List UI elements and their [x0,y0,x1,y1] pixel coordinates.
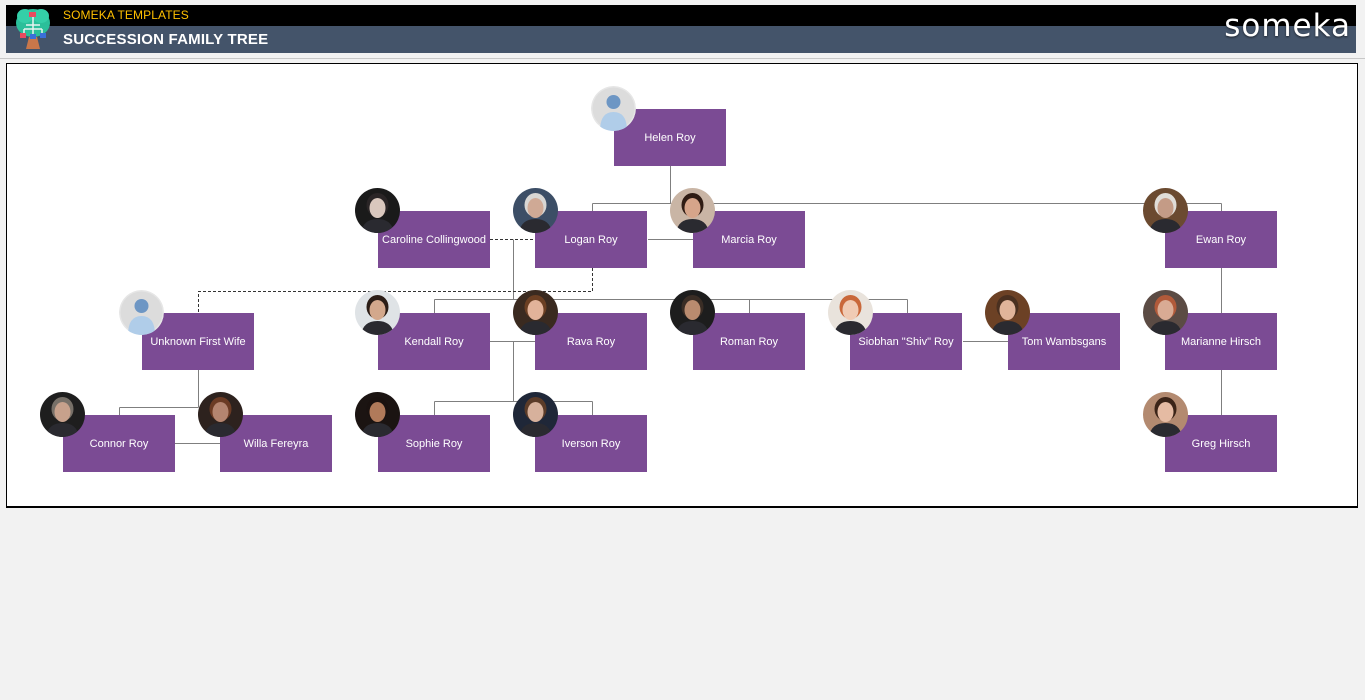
avatar-placeholder-icon[interactable] [591,86,636,131]
avatar-tom[interactable] [985,290,1030,335]
someka-logo[interactable]: someka [1224,8,1351,44]
avatar-marcia[interactable] [670,188,715,233]
family-tree-icon [14,7,52,51]
avatar-shiv[interactable] [828,290,873,335]
avatar-greg[interactable] [1143,392,1188,437]
header-top-bar [6,5,1356,26]
avatar-connor[interactable] [40,392,85,437]
avatar-roman[interactable] [670,290,715,335]
avatar-logan[interactable] [513,188,558,233]
avatar-iverson[interactable] [513,392,558,437]
avatar-sophie[interactable] [355,392,400,437]
avatar-ewan[interactable] [1143,188,1188,233]
page-title: SUCCESSION FAMILY TREE [63,31,269,48]
avatar-caroline[interactable] [355,188,400,233]
avatar-willa[interactable] [198,392,243,437]
brand-subtitle: SOMEKA TEMPLATES [63,8,189,22]
header-divider [0,58,1365,59]
avatar-placeholder-icon[interactable] [119,290,164,335]
avatar-kendall[interactable] [355,290,400,335]
avatar-marianne[interactable] [1143,290,1188,335]
avatar-rava[interactable] [513,290,558,335]
